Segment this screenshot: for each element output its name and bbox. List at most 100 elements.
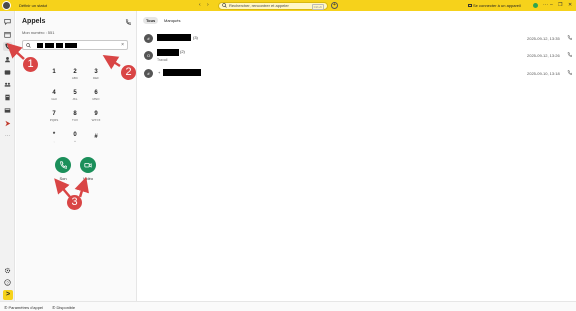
key-digit: 4 (52, 90, 56, 96)
key-digit: 8 (73, 111, 77, 117)
help-icon[interactable]: ? (3, 278, 12, 287)
contacts-icon[interactable] (3, 55, 12, 64)
settings-gear-icon[interactable] (3, 266, 12, 275)
keypad-key-2[interactable]: 2 ABC (65, 69, 85, 80)
key-digit: 7 (52, 111, 56, 117)
meeting-icon[interactable] (3, 80, 12, 89)
calls-panel: Appels Mon numéro : 551 × 1 2 ABC 3 DEF 4G… (16, 11, 137, 301)
redacted-number-3 (56, 43, 63, 48)
expand-panel-button[interactable]: > (3, 290, 13, 300)
key-digit: * (52, 132, 56, 138)
search-shortcut-hint: Ctrl+K (311, 3, 324, 10)
plus-icon: + (333, 2, 336, 8)
back-icon[interactable]: ‹ (199, 3, 201, 8)
call-settings-label: Paramètres d'appel (8, 305, 44, 310)
teams-icon[interactable] (3, 68, 12, 77)
call-count: (2) (180, 49, 185, 54)
dial-search-input[interactable]: × (22, 40, 128, 50)
keypad-key-7[interactable]: 7 PQRS (44, 111, 64, 122)
presence-indicator (533, 3, 538, 8)
key-digit: 0 (73, 132, 77, 138)
callback-phone-icon[interactable] (567, 70, 573, 77)
keypad-key-0[interactable]: 0 + (65, 132, 85, 143)
key-digit: 3 (94, 69, 98, 75)
video-camera-icon (84, 163, 92, 168)
keypad-key-6[interactable]: 6 MNO (86, 90, 106, 101)
video-call-button[interactable] (80, 157, 96, 173)
calls-title: Appels (22, 18, 46, 25)
key-digit: 1 (52, 69, 56, 75)
keypad-key-3[interactable]: 3 DEF (86, 69, 106, 80)
apps-icon[interactable] (3, 106, 12, 115)
more-apps-glyph: ··· (5, 132, 10, 139)
app-sidebar: ··· ? > (0, 11, 15, 311)
audio-call-button[interactable] (55, 157, 71, 173)
forward-icon[interactable]: › (207, 3, 209, 8)
redacted-contact-name (157, 34, 191, 41)
more-options-icon[interactable]: ··· (543, 2, 548, 8)
call-timestamp: 2025-09-12, 13:26 (527, 53, 560, 58)
key-letters: ABC (71, 76, 79, 80)
tab-missed[interactable]: Manqués (161, 17, 183, 24)
redacted-contact-name (157, 49, 179, 56)
availability-label: Disponible (56, 305, 76, 310)
call-row[interactable]: O (2) Travail 2025-09-12, 13:26 (142, 48, 574, 64)
set-status-button[interactable]: Définir un statut (19, 3, 47, 8)
redacted-number-1 (37, 43, 43, 48)
tab-all[interactable]: Tous (143, 17, 159, 24)
keypad-key-1[interactable]: 1 (44, 69, 64, 76)
user-avatar[interactable] (2, 1, 11, 10)
messages-icon[interactable] (3, 119, 12, 128)
more-apps-icon[interactable]: ··· (3, 131, 12, 140)
svg-text:?: ? (6, 280, 9, 285)
files-icon[interactable] (3, 93, 12, 102)
call-timestamp: 2025-09-10, 13:18 (527, 71, 560, 76)
close-icon[interactable]: ✕ (568, 2, 572, 8)
audio-call-label: Son (59, 176, 67, 181)
contact-avatar: # (144, 34, 153, 43)
key-digit: 9 (94, 111, 98, 117)
callback-phone-icon[interactable] (567, 35, 573, 42)
connect-device-button[interactable]: Se connecter à un appareil (468, 3, 521, 8)
key-digit: 6 (94, 90, 98, 96)
video-call-label: Vidéo (82, 176, 94, 181)
minimize-icon[interactable]: – (550, 2, 553, 8)
annotation-badge-1: 1 (23, 57, 38, 72)
call-row[interactable]: # (3) 2025-09-12, 13:35 (142, 31, 574, 47)
key-letters: PQRS (49, 118, 59, 122)
availability-status[interactable]: ✆ Disponible (52, 305, 75, 310)
key-letters: , (53, 139, 55, 143)
annotation-badge-3: 3 (67, 195, 82, 210)
keypad-key-9[interactable]: 9 WXYZ (86, 111, 106, 122)
keypad-key-star[interactable]: *, (44, 132, 64, 143)
key-letters: DEF (93, 76, 99, 80)
contact-avatar: O (144, 51, 153, 60)
calendar-icon[interactable] (3, 30, 12, 39)
call-settings-link[interactable]: ✆ Paramètres d'appel (4, 305, 43, 310)
key-letters: + (74, 139, 76, 143)
call-count: + (158, 70, 161, 75)
global-search-input[interactable]: Rechercher, rencontrer et appeler Ctrl+K (218, 1, 328, 10)
app-window: Définir un statut ‹ › Rechercher, rencon… (0, 0, 576, 311)
call-settings-icon[interactable] (125, 19, 132, 27)
chat-icon[interactable] (3, 17, 12, 26)
keypad-key-hash[interactable]: # (86, 134, 106, 141)
redacted-number-4 (65, 43, 77, 48)
callback-phone-icon[interactable] (567, 52, 573, 59)
call-history: Tous Manqués # (3) 2025-09-12, 13:35 O (… (138, 11, 576, 301)
restore-icon[interactable]: ❐ (558, 2, 562, 8)
keypad-key-5[interactable]: 5 JKL (65, 90, 85, 101)
clear-search-icon[interactable]: × (121, 42, 124, 48)
cast-icon (468, 4, 472, 7)
title-bar: Définir un statut ‹ › Rechercher, rencon… (0, 0, 576, 11)
call-subtitle: Travail (157, 58, 168, 62)
new-action-button[interactable]: + (331, 2, 338, 9)
key-digit: 2 (73, 69, 77, 75)
call-row[interactable]: # + 2025-09-10, 13:18 (142, 66, 574, 82)
phone-icon[interactable] (3, 42, 12, 51)
annotation-badge-2: 2 (121, 65, 136, 80)
contact-avatar: # (144, 69, 153, 78)
keypad-key-8[interactable]: 8 TUV (65, 111, 85, 122)
key-digit: 5 (73, 90, 77, 96)
keypad-key-4[interactable]: 4 GHI (44, 90, 64, 101)
